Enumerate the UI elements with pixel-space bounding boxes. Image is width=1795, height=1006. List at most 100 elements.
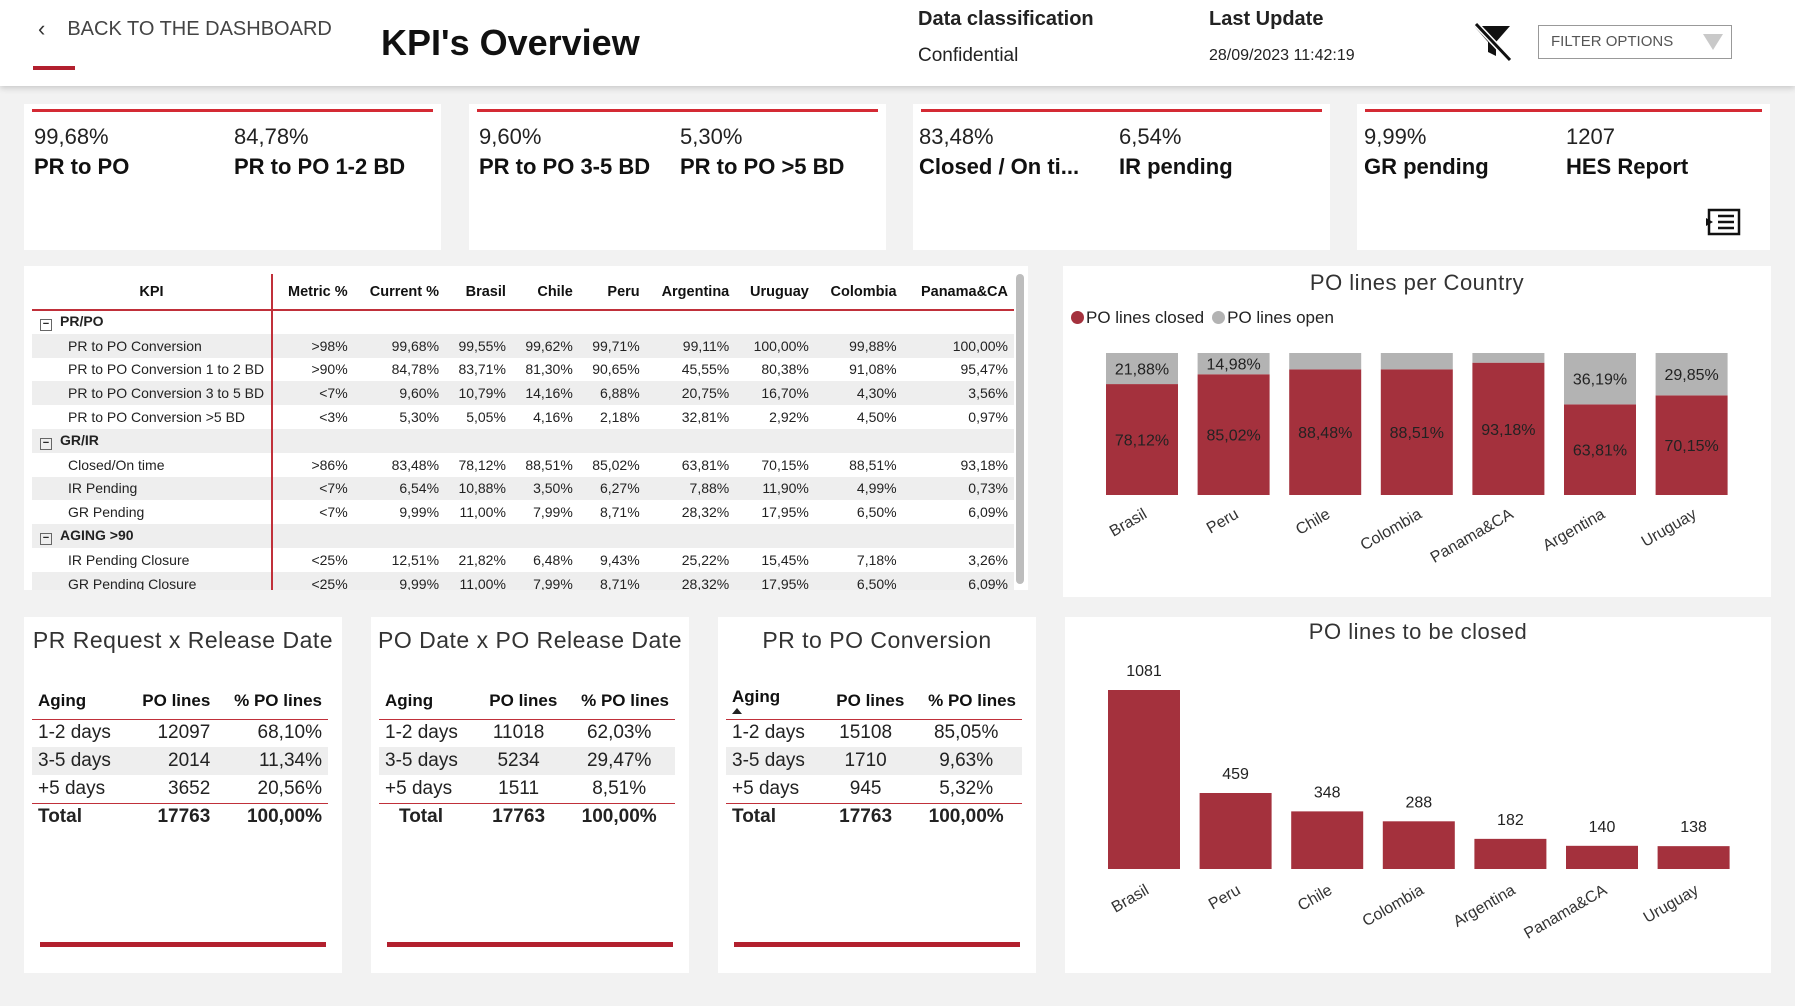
bar[interactable] xyxy=(1199,792,1272,869)
matrix-col-header[interactable]: Uruguay xyxy=(735,274,815,311)
data-label: 348 xyxy=(1314,784,1341,801)
kpi-pr-to-po-3-5: 9,60% PR to PO 3-5 BD xyxy=(479,124,650,180)
matrix-cell: 4,16% xyxy=(533,409,573,426)
aging-col-header[interactable]: % PO lines xyxy=(216,683,328,720)
report-icon[interactable] xyxy=(1706,208,1742,236)
aging-col-header[interactable]: % PO lines xyxy=(563,683,675,720)
aging-total-row: Total 17763 100,00% xyxy=(726,802,1022,831)
matrix-col-header[interactable]: Brasil xyxy=(445,274,512,311)
matrix-col-header[interactable]: Colombia xyxy=(814,274,903,311)
matrix-cell xyxy=(578,524,646,548)
matrix-cell: 99,11% xyxy=(645,333,736,358)
bar[interactable] xyxy=(1657,846,1730,869)
collapse-icon[interactable]: − xyxy=(40,319,52,332)
matrix-row: GR Pending Closure <25% 9,99% 11,00% 7,99% 8,… xyxy=(32,571,1014,590)
matrix-col-header[interactable]: Panama&CA xyxy=(902,274,1014,311)
matrix-cell xyxy=(272,524,354,548)
bar[interactable] xyxy=(1566,845,1638,869)
aging-title: PR to PO Conversion xyxy=(762,627,992,653)
matrix-col-header[interactable]: Argentina xyxy=(645,274,736,311)
matrix-cell xyxy=(902,524,1014,548)
matrix-col-header[interactable]: KPI xyxy=(32,274,273,311)
matrix-cell xyxy=(511,428,579,453)
data-label: 70,15% xyxy=(1664,438,1718,455)
kpi-label: PR to PO >5 BD xyxy=(680,154,845,179)
matrix-cell xyxy=(354,310,445,334)
kpi-pr-to-po-1-2: 84,78% PR to PO 1-2 BD xyxy=(234,124,405,180)
bar-open[interactable] xyxy=(1289,353,1362,370)
aging-total-cell: 100,00% xyxy=(563,802,675,831)
matrix-cell: 28,32% xyxy=(645,571,736,590)
matrix-cell: 5,05% xyxy=(466,409,506,426)
sort-ascending-icon[interactable] xyxy=(732,708,742,715)
aging-col-header[interactable]: Aging xyxy=(726,683,821,720)
kpi-value: 83,48% xyxy=(919,124,994,149)
aging-col-header[interactable]: PO lines xyxy=(126,683,217,720)
matrix-cell: 10,88% xyxy=(445,476,512,501)
matrix-cell: 6,54% xyxy=(353,476,446,501)
bar[interactable] xyxy=(1382,821,1455,869)
aging-col-header[interactable]: PO lines xyxy=(473,683,564,720)
po-lines-per-country-panel: PO lines per Country PO lines closed PO … xyxy=(1063,266,1771,597)
aging-row: 1-2 days 15108 85,05% xyxy=(726,719,1022,747)
matrix-row: IR Pending Closure <25% 12,51% 21,82% 6,48% 9… xyxy=(32,547,1014,572)
matrix-group-row: − GR/IR xyxy=(32,428,1014,453)
aging-bottom-line xyxy=(387,942,673,947)
x-tick-label: Peru xyxy=(1204,506,1242,538)
bar-open[interactable] xyxy=(1380,353,1453,370)
bar-open[interactable] xyxy=(1472,353,1545,363)
x-tick-label: Panama&CA xyxy=(1428,506,1517,567)
aging-col-header-label: Aging xyxy=(385,690,434,710)
collapse-icon[interactable]: − xyxy=(40,533,52,546)
aging-cell: 1-2 days xyxy=(732,722,805,744)
matrix-cell xyxy=(814,524,903,548)
aging-cell: +5 days xyxy=(732,777,800,799)
matrix-header-row: KPI Metric % Current % Brasil Chile Peru Argen… xyxy=(32,274,1014,311)
matrix-cell xyxy=(645,428,736,453)
matrix-group-row: − AGING >90 xyxy=(32,524,1014,548)
card-accent-line xyxy=(477,109,878,112)
x-tick-label: Brasil xyxy=(1107,506,1150,541)
matrix-cell: 14,16% xyxy=(511,381,579,406)
aging-col-header-label: % PO lines xyxy=(234,690,322,710)
matrix-col-header[interactable]: Chile xyxy=(511,274,579,311)
matrix-col-header[interactable]: Current % xyxy=(353,274,446,311)
aging-cell: 11018 xyxy=(492,722,545,744)
aging-cell: 62,03% xyxy=(586,722,652,744)
aging-col-header[interactable]: Aging xyxy=(379,683,474,720)
bar[interactable] xyxy=(1474,838,1547,869)
filter-clear-icon[interactable] xyxy=(1470,20,1514,63)
aging-col-header[interactable]: PO lines xyxy=(820,683,911,720)
back-to-dashboard-link[interactable]: ‹ BACK TO THE DASHBOARD xyxy=(38,16,332,42)
kpi-value: 5,30% xyxy=(680,124,743,149)
kpi-label: PR to PO 1-2 BD xyxy=(234,154,406,179)
matrix-cell: 99,55% xyxy=(445,333,512,358)
last-update-value: 28/09/2023 11:42:19 xyxy=(1209,47,1355,64)
aging-bottom-line xyxy=(734,942,1020,947)
filter-options-dropdown[interactable]: FILTER OPTIONS xyxy=(1538,25,1732,59)
kpi-label: IR pending xyxy=(1119,154,1233,179)
matrix-cell: 91,08% xyxy=(849,361,897,378)
data-label: 138 xyxy=(1680,819,1707,836)
bar[interactable] xyxy=(1291,811,1364,869)
aging-col-header[interactable]: % PO lines xyxy=(910,683,1022,720)
data-label: 140 xyxy=(1589,819,1616,836)
kpi-value: 1207 xyxy=(1566,124,1615,149)
matrix-col-header[interactable]: Metric % xyxy=(272,274,354,311)
card-accent-line xyxy=(921,109,1322,112)
classification-label: Data classification xyxy=(918,8,1094,30)
bar[interactable] xyxy=(1108,690,1180,869)
matrix-row-label: GR Pending Closure xyxy=(32,571,273,590)
data-label: 36,19% xyxy=(1573,372,1627,389)
aging-cell: 20,56% xyxy=(257,777,322,799)
matrix-scrollbar[interactable] xyxy=(1016,274,1024,584)
matrix-cell: 3,50% xyxy=(511,476,579,501)
kpi-value: 9,60% xyxy=(479,124,542,149)
matrix-cell: 11,90% xyxy=(735,476,815,501)
collapse-icon[interactable]: − xyxy=(40,437,52,450)
matrix-cell: >86% xyxy=(311,456,348,473)
aging-col-header-label: PO lines xyxy=(142,690,211,710)
matrix-cell: 28,32% xyxy=(681,504,730,521)
matrix-col-header[interactable]: Peru xyxy=(578,274,646,311)
aging-col-header[interactable]: Aging xyxy=(32,683,127,720)
